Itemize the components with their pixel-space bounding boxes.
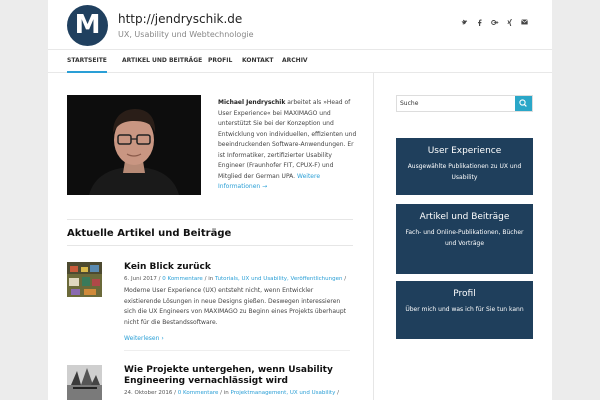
site-logo[interactable]: M (67, 5, 108, 46)
divider (67, 245, 353, 246)
divider (124, 350, 350, 351)
post-category-label: in (208, 276, 214, 282)
author-intro: Michael Jendryschik arbeitet als »Head o… (218, 98, 358, 193)
social-links (461, 19, 528, 26)
post-item: Kein Blick zurück 6. Juni 2017 / 0 Komme… (67, 262, 353, 362)
page: M http://jendryschik.de UX, Usability un… (48, 0, 552, 400)
search-icon (519, 99, 527, 107)
post-date: 24. Oktober 2016 (124, 390, 173, 396)
author-intro-text: arbeitet als »Head of User Experience« b… (218, 99, 357, 180)
main-navigation: STARTSEITE ARTIKEL UND BEITRÄGE PROFIL K… (48, 50, 552, 73)
nav-artikel-und-beitraege[interactable]: ARTIKEL UND BEITRÄGE (122, 50, 202, 72)
search-button[interactable] (515, 96, 532, 111)
mail-icon[interactable] (521, 19, 528, 26)
xing-icon[interactable] (506, 19, 513, 26)
divider (67, 219, 353, 220)
post-excerpt: Moderne User Experience (UX) entsteht ni… (124, 287, 346, 326)
header: M http://jendryschik.de UX, Usability un… (48, 0, 552, 50)
read-more-link[interactable]: Weiterlesen › (124, 335, 164, 342)
site-title[interactable]: http://jendryschik.de (118, 12, 242, 26)
cta-profil[interactable]: Profil Über mich und was ich für Sie tun… (396, 281, 533, 339)
twitter-icon[interactable] (461, 19, 468, 26)
author-photo (67, 95, 201, 195)
post-title[interactable]: Wie Projekte untergehen, wenn Usability … (124, 365, 349, 387)
nav-kontakt[interactable]: KONTAKT (242, 50, 274, 72)
nav-startseite[interactable]: STARTSEITE (67, 50, 107, 73)
cta-artikel-und-beitraege[interactable]: Artikel und Beiträge Fach- und Online-Pu… (396, 204, 533, 274)
cta-title: Artikel und Beiträge (419, 212, 510, 222)
cta-subtitle: Fach- und Online-Publikationen, Bücher u… (405, 229, 524, 247)
post-thumbnail[interactable] (67, 262, 102, 297)
post-comments-link[interactable]: 0 Kommentare (162, 276, 203, 282)
cta-subtitle: Ausgewählte Publikationen zu UX und Usab… (407, 163, 522, 181)
site-tagline: UX, Usability und Webtechnologie (118, 30, 254, 39)
cta-subtitle: Über mich und was ich für Sie tun kann (405, 306, 524, 313)
search-input[interactable] (397, 96, 515, 111)
nav-profil[interactable]: PROFIL (208, 50, 232, 72)
post-comments-link[interactable]: 0 Kommentare (178, 390, 219, 396)
cta-title: User Experience (427, 146, 502, 156)
post-title[interactable]: Kein Blick zurück (124, 262, 349, 273)
search-form (396, 95, 533, 112)
section-title: Aktuelle Artikel und Beiträge (67, 228, 232, 239)
post-categories[interactable]: Projektmanagement, UX und Usability (231, 390, 336, 396)
post-meta: 6. Juni 2017 / 0 Kommentare / in Tutoria… (124, 276, 347, 282)
post-category-label: in (223, 390, 229, 396)
cta-user-experience[interactable]: User Experience Ausgewählte Publikatione… (396, 138, 533, 195)
google-plus-icon[interactable] (491, 19, 499, 26)
post-categories[interactable]: Tutorials, UX und Usability, Veröffentli… (215, 276, 343, 282)
post-thumbnail[interactable] (67, 365, 102, 400)
content-divider (373, 73, 374, 400)
post-date: 6. Juni 2017 (124, 276, 157, 282)
cta-title: Profil (453, 289, 476, 299)
post-meta: 24. Oktober 2016 / 0 Kommentare / in Pro… (124, 390, 339, 396)
post-item: Wie Projekte untergehen, wenn Usability … (67, 365, 353, 400)
facebook-icon[interactable] (476, 19, 483, 26)
nav-archiv[interactable]: ARCHIV (282, 50, 308, 72)
author-name: Michael Jendryschik (218, 99, 286, 106)
